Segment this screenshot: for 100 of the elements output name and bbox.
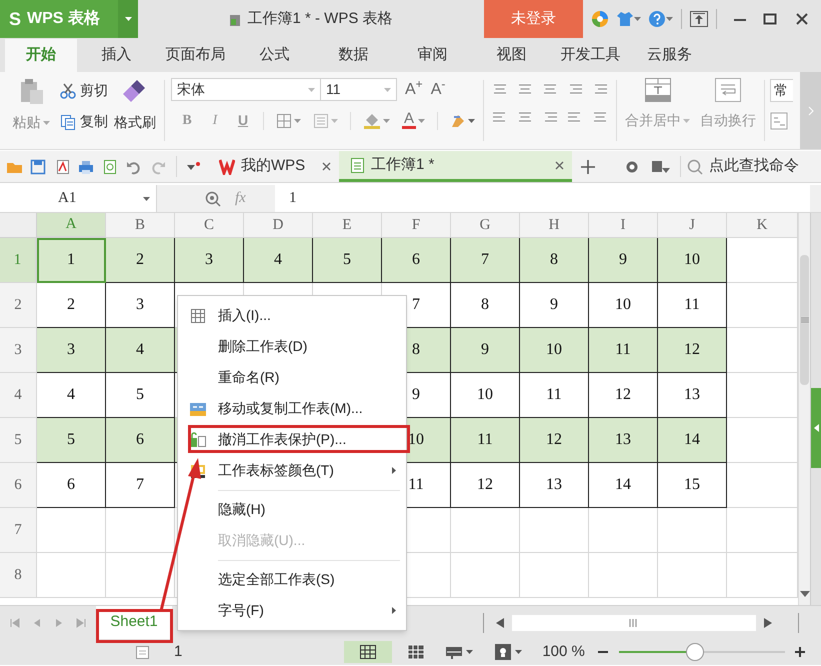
font-name-field[interactable]: 宋体	[171, 78, 321, 101]
format-painter-button[interactable]: 格式刷	[114, 78, 156, 133]
sheet-info-icon[interactable]	[134, 644, 150, 660]
table-cell: 3	[37, 328, 106, 373]
italic-button[interactable]: I	[207, 110, 223, 131]
ribbon-tab[interactable]: 数据	[314, 39, 393, 72]
fill-bucket-icon[interactable]	[363, 112, 381, 128]
last-sheet-icon[interactable]	[76, 618, 86, 628]
bold-button[interactable]: B	[179, 110, 195, 131]
column-header[interactable]: B	[106, 213, 175, 238]
paste-button[interactable]: 粘贴	[8, 78, 54, 133]
copy-button[interactable]: 复制	[60, 111, 108, 132]
row-header[interactable]: 8	[0, 553, 37, 598]
upload-icon[interactable]	[690, 11, 708, 27]
app-menu-button[interactable]: S WPS 表格	[0, 0, 118, 38]
column-header[interactable]: G	[451, 213, 520, 238]
vertical-scrollbar[interactable]	[798, 213, 810, 605]
row-header[interactable]: 6	[0, 463, 37, 508]
side-panel-toggle[interactable]	[811, 388, 821, 468]
menu-item[interactable]: 选定全部工作表(S)	[178, 564, 406, 595]
shrink-font-button[interactable]: A$^{-}$	[430, 82, 446, 98]
ribbon-tab[interactable]: 视图	[472, 39, 551, 72]
save-icon[interactable]	[30, 158, 46, 174]
grow-font-button[interactable]: A$^{+}$	[405, 82, 423, 98]
first-sheet-icon[interactable]	[10, 618, 20, 628]
column-header[interactable]: C	[175, 213, 244, 238]
column-header[interactable]: K	[727, 213, 798, 238]
row-header[interactable]: 2	[0, 283, 37, 328]
row-header[interactable]: 3	[0, 328, 37, 373]
pdf-icon[interactable]	[54, 158, 70, 174]
close-icon[interactable]	[795, 12, 809, 26]
column-header[interactable]: H	[520, 213, 589, 238]
customize-dropdown-icon[interactable]	[187, 162, 201, 172]
row-header[interactable]: 5	[0, 418, 37, 463]
login-button[interactable]: 未登录	[484, 0, 583, 38]
ribbon-tab[interactable]: 云服务	[630, 39, 709, 72]
next-sheet-icon[interactable]	[54, 618, 64, 628]
page-break-view-icon[interactable]	[408, 645, 424, 659]
caret-icon	[308, 88, 315, 92]
normal-view-button[interactable]	[344, 641, 392, 663]
reading-mode-icon[interactable]	[495, 644, 512, 660]
row-header[interactable]: 4	[0, 373, 37, 418]
ribbon-tab[interactable]: 开发工具	[551, 39, 630, 72]
number-format-field[interactable]: 常	[770, 79, 794, 102]
column-header[interactable]: A	[37, 213, 106, 238]
print-preview-icon[interactable]	[102, 158, 118, 174]
indent-increase-icon[interactable]	[592, 82, 608, 96]
menu-item[interactable]: 字号(F)	[178, 595, 406, 626]
plus-icon[interactable]	[580, 158, 596, 174]
indent-decrease-icon[interactable]	[567, 82, 584, 96]
number-format-icon[interactable]	[770, 112, 788, 130]
formula-input[interactable]: 1	[275, 185, 810, 212]
help-icon[interactable]	[649, 11, 665, 27]
scroll-left-icon[interactable]	[496, 618, 504, 628]
row-header[interactable]: 1	[0, 238, 37, 283]
previous-sheet-icon[interactable]	[32, 618, 42, 628]
align-center-icon[interactable]	[517, 110, 534, 124]
ribbon-tab[interactable]: 审阅	[393, 39, 472, 72]
zoom-slider-thumb[interactable]	[686, 643, 704, 661]
borders-icon[interactable]	[276, 112, 292, 128]
wrap-text-button[interactable]: 自动换行	[700, 78, 756, 131]
align-right-icon[interactable]	[542, 110, 558, 124]
zoom-in-icon[interactable]	[794, 646, 806, 658]
cut-button[interactable]: 剪切	[60, 80, 108, 101]
bookmark-dropdown-icon[interactable]	[652, 160, 670, 174]
eraser-icon[interactable]	[450, 112, 466, 128]
column-header[interactable]: D	[244, 213, 313, 238]
scroll-right-icon[interactable]	[764, 618, 772, 628]
ribbon-tab[interactable]: 公式	[235, 39, 314, 72]
document-tab[interactable]: 工作簿1 *	[339, 151, 572, 182]
align-middle-icon[interactable]	[517, 82, 534, 96]
column-header[interactable]: F	[382, 213, 451, 238]
underline-button[interactable]: U	[235, 110, 251, 131]
close-icon[interactable]	[555, 160, 564, 170]
command-search-field[interactable]: 点此查找命令	[681, 151, 821, 182]
page-layout-icon[interactable]	[446, 645, 462, 659]
column-header[interactable]: E	[313, 213, 382, 238]
scroll-down-icon[interactable]	[800, 591, 810, 597]
merge-center-button[interactable]: 合并居中	[625, 78, 690, 131]
ribbon-tab[interactable]: 页面布局	[156, 39, 235, 72]
column-header[interactable]: I	[589, 213, 658, 238]
align-bottom-icon[interactable]	[542, 82, 558, 96]
close-icon[interactable]	[322, 162, 331, 171]
cell-pattern-icon[interactable]	[313, 112, 329, 128]
colorful-ring-icon[interactable]	[591, 10, 609, 28]
ribbon-tab[interactable]: 开始	[5, 39, 77, 72]
row-header[interactable]: 7	[0, 508, 37, 553]
ribbon-tab[interactable]: 插入	[77, 39, 156, 72]
print-icon[interactable]	[78, 158, 94, 174]
name-box[interactable]: A1	[0, 185, 157, 212]
shirt-icon[interactable]	[617, 12, 633, 26]
maximize-icon[interactable]	[763, 12, 777, 26]
distributed-icon[interactable]	[592, 110, 608, 124]
align-top-icon[interactable]	[492, 82, 508, 96]
zoom-icon[interactable]	[205, 190, 221, 206]
d-badge-icon[interactable]	[626, 160, 638, 172]
table-cell: 14	[589, 463, 658, 508]
font-color-button[interactable]: A	[402, 112, 416, 129]
column-header[interactable]: J	[658, 213, 727, 238]
font-size-field[interactable]: 11	[321, 78, 397, 101]
